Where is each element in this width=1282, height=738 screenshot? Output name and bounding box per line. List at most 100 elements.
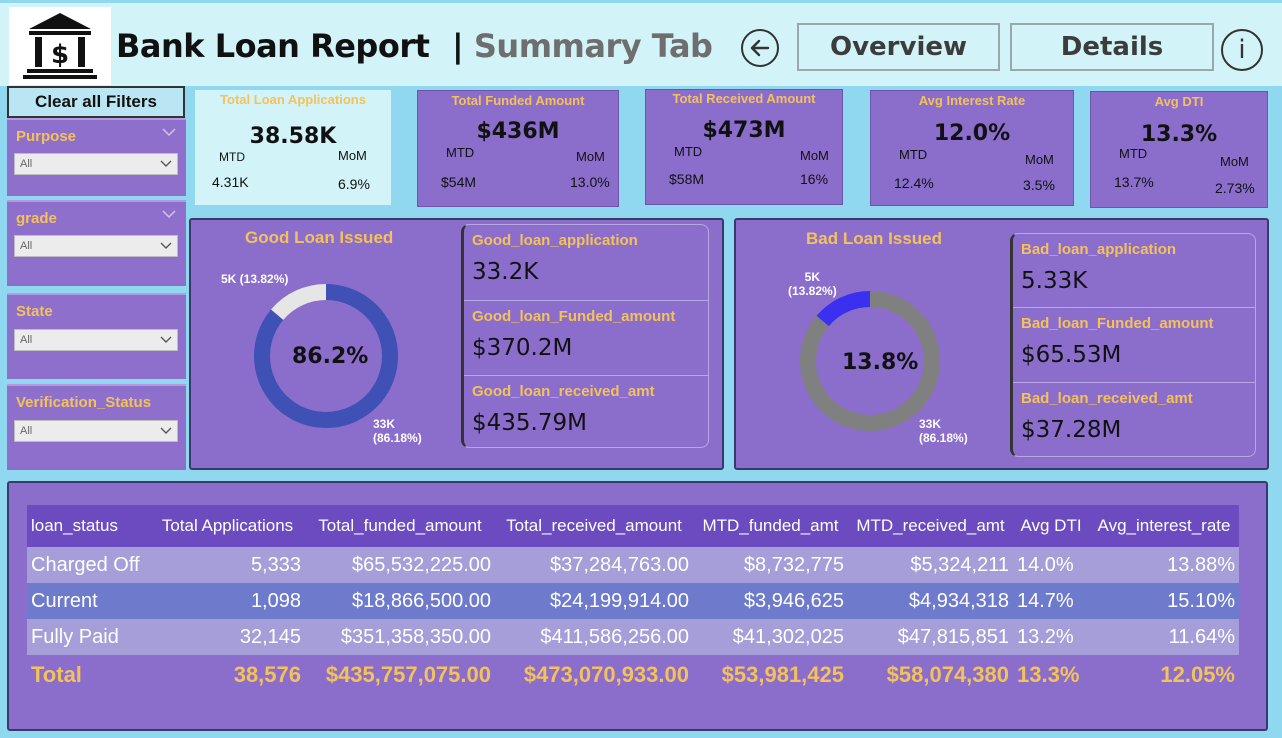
table-cell: Fully Paid [27,619,150,655]
svg-text:$: $ [51,40,69,70]
donut-slice-bad[interactable] [271,284,326,320]
kpi-title: Avg DTI [1154,94,1204,109]
slicer-label: grade [16,210,57,227]
mtd-value: 4.31K [212,174,249,190]
kpi-avg-dti: Avg DTI 13.3% MTD MoM 13.7% 2.73% [1090,91,1268,208]
kpi-value: 12.0% [933,121,1011,146]
table-cell: $53,981,425 [721,662,844,687]
grade-dropdown[interactable]: All [14,235,178,257]
slicer-state: State All [7,293,186,379]
table-cell: Charged Off [27,547,150,583]
mtd-value: 13.7% [1114,174,1154,190]
clear-filters-button[interactable]: Clear all Filters [7,86,185,118]
metric-value: 33.2K [472,259,539,285]
column-header[interactable]: Avg DTI [1013,505,1089,547]
metric-label: Bad_loan_application [1021,241,1177,258]
metric-label: Bad_loan_received_amt [1021,390,1193,407]
donut-slice-label-bad: 5K (13.82%) [221,272,289,286]
column-header[interactable]: MTD_received_amt [848,505,1013,547]
kpi-title: Total Received Amount [672,91,816,106]
column-header[interactable]: Total Applications [150,505,305,547]
donut-center-value: 86.2% [292,344,369,369]
table-cell: $473,070,933.00 [523,662,689,687]
chevron-down-icon [160,336,172,343]
purpose-dropdown[interactable]: All [14,153,178,175]
bad-loan-title: Bad Loan Issued [806,229,943,248]
table-cell: 1,098 [150,583,305,619]
kpi-value: 13.3% [1140,122,1218,147]
table-cell: 14.7% [1013,583,1089,619]
dropdown-value: All [20,158,33,170]
dropdown-value: All [20,240,33,252]
good-loan-panel: Good Loan Issued 86.2% 5K (13.82%) 33K (8… [189,218,724,470]
table-cell: $47,815,851 [848,619,1013,655]
table-cell: $24,199,914.00 [495,583,693,619]
mtd-label: MTD [219,150,245,164]
kpi-value: $473M [702,118,786,143]
loan-status-table-panel: loan_status Total Applications Total_fun… [7,481,1268,731]
metric-row: Good_loan_received_amt $435.79M [464,376,708,448]
donut-slice-label-good: 33K (86.18%) [919,417,968,445]
kpi-total-loan-applications: Total Loan Applications 38.58K MTD MoM 4… [194,89,392,206]
mtd-label: MTD [899,147,928,162]
chevron-down-icon [160,427,172,434]
metric-row: Bad_loan_application 5.33K [1013,234,1255,308]
slicer-grade: grade All [7,200,186,286]
collapse-chevron-icon[interactable] [162,128,176,136]
metric-value: $435.79M [472,410,587,436]
metric-label: Good_loan_Funded_amount [472,308,676,325]
table-cell: $58,074,380 [886,662,1009,687]
info-icon[interactable]: i [1221,29,1263,71]
metric-label: Good_loan_application [472,232,638,249]
chevron-down-icon [160,160,172,167]
table-cell: $8,732,775 [693,547,848,583]
report-header: $ Bank Loan Report | Summary Tab Overvie… [0,0,1282,86]
kpi-title: Avg Interest Rate [918,93,1026,108]
state-dropdown[interactable]: All [14,329,178,351]
table-cell: 13.3% [1017,662,1080,687]
donut-center-value: 13.8% [842,350,919,375]
column-header[interactable]: Total_funded_amount [305,505,495,547]
donut-slice-label-bad: 5K (13.82%) [788,270,837,298]
chevron-down-icon [160,242,172,249]
column-header[interactable]: Total_received_amount [495,505,693,547]
slice-count: 33K [919,417,942,431]
metric-label: Good_loan_received_amt [472,383,655,400]
kpi-value: 38.58K [249,124,337,149]
verification-status-dropdown[interactable]: All [14,420,178,442]
column-header[interactable]: loan_status [27,505,150,547]
metric-value: $370.2M [472,335,573,361]
column-header[interactable]: MTD_funded_amt [693,505,848,547]
collapse-chevron-icon[interactable] [162,210,176,218]
mom-value: 3.5% [1023,177,1055,193]
slice-percent: (13.82%) [788,284,837,298]
table-cell: 15.10% [1089,583,1239,619]
mtd-value: 12.4% [894,175,934,191]
table-cell: 38,576 [233,662,301,687]
kpi-value: $436M [476,119,560,144]
table-row: Fully Paid 32,145 $351,358,350.00 $411,5… [27,619,1239,655]
mom-label: MoM [576,149,605,164]
column-header[interactable]: Avg_interest_rate [1089,505,1239,547]
table-cell: $37,284,763.00 [495,547,693,583]
details-button[interactable]: Details [1010,23,1214,71]
mom-value: 6.9% [338,176,370,192]
table-cell: Total [31,662,82,687]
slicer-purpose: Purpose All [7,118,186,196]
mtd-label: MTD [674,144,703,159]
slicer-label: Verification_Status [16,394,152,411]
report-title: Bank Loan Report [116,27,430,65]
table-cell: 5,333 [150,547,305,583]
table-cell: $18,866,500.00 [305,583,495,619]
table-row: Current 1,098 $18,866,500.00 $24,199,914… [27,583,1239,619]
back-arrow-icon[interactable] [741,29,779,67]
kpi-total-funded-amount: Total Funded Amount $436M MTD MoM $54M 1… [417,90,619,207]
slice-percent: (86.18%) [373,431,422,445]
tab-subtitle: Summary Tab [473,27,713,65]
donut-slice-label-good: 33K (86.18%) [373,417,422,445]
kpi-total-received-amount: Total Received Amount $473M MTD MoM $58M… [645,89,843,205]
table-cell: $3,946,625 [693,583,848,619]
overview-button[interactable]: Overview [797,23,1000,71]
mtd-value: $54M [441,174,477,190]
table-cell: $65,532,225.00 [305,547,495,583]
